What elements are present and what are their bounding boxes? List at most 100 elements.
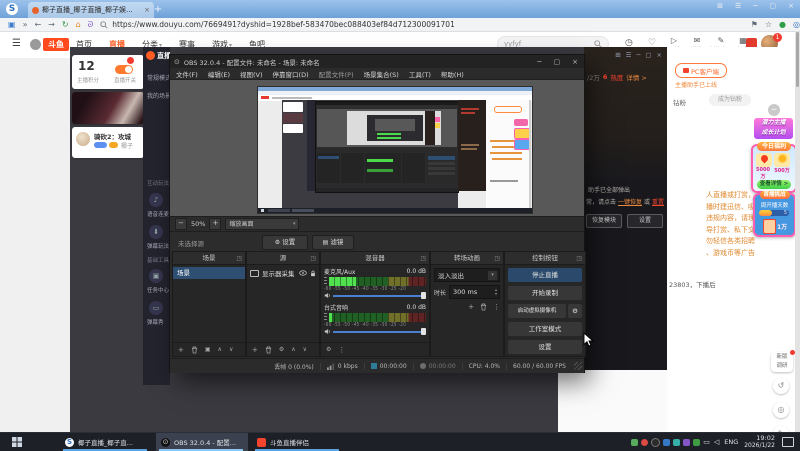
close-icon[interactable]: × — [788, 2, 794, 10]
taskbar-item-browser[interactable]: S 椰子直播_椰子直... — [60, 433, 152, 451]
browser-tab[interactable]: 椰子直播_椰子直播_椰子娱... × — [28, 2, 154, 18]
mixer-header[interactable]: 混音器◳ — [321, 252, 429, 265]
remove-scene-icon[interactable] — [191, 346, 198, 354]
tray-icon-dark[interactable] — [651, 438, 660, 447]
menu-scene-collection[interactable]: 场景集合(S) — [364, 69, 399, 79]
voice-link-icon[interactable]: ♪ — [149, 193, 163, 207]
menu-edit[interactable]: 编辑(E) — [208, 69, 230, 79]
remove-transition-icon[interactable] — [480, 303, 487, 311]
tray-volume-icon[interactable]: ◁ — [714, 438, 719, 446]
companion-menu-icon[interactable]: ☰ — [626, 51, 632, 59]
tray-icon-purple[interactable] — [683, 439, 690, 446]
move-down-icon[interactable]: ∨ — [229, 346, 233, 353]
taskbar-item-obs[interactable]: ⊙ OBS 32.0.4 - 配置... — [156, 433, 248, 451]
obs-minimize-icon[interactable]: ─ — [537, 58, 541, 66]
maximize-icon[interactable]: ▢ — [770, 2, 777, 10]
challenge-panel[interactable]: 首播挑战 周开播天数 5 1万 — [753, 193, 796, 237]
obs-maximize-icon[interactable]: ▢ — [554, 58, 561, 66]
controls-header[interactable]: 控制按钮◳ — [505, 252, 585, 265]
restore-link[interactable]: 一键恢复 — [618, 197, 642, 206]
zoom-in-button[interactable]: + — [209, 218, 221, 230]
potential-streamer-badge[interactable]: 潜力主播 成长计划 — [753, 117, 794, 140]
survey-button[interactable]: 新版 调研 — [771, 352, 793, 372]
daily-bonus-panel[interactable]: 今日福利 5000万 500万 查看详情 > — [751, 144, 797, 193]
taskbar-item-douyu-companion[interactable]: 斗鱼直播伴侣 — [252, 433, 344, 451]
scenes-header[interactable]: 场景◳ — [173, 252, 245, 265]
move-up-icon[interactable]: ∧ — [218, 346, 222, 353]
tray-icon-teal[interactable] — [673, 439, 680, 446]
menu-icon[interactable]: ☰ — [735, 2, 741, 10]
service-icon[interactable]: ◎ — [773, 402, 789, 418]
menu-tools[interactable]: 工具(T) — [409, 69, 431, 79]
companion-minimize-icon[interactable]: ─ — [636, 51, 640, 59]
popout-icon[interactable]: ◳ — [310, 253, 316, 265]
stream-info-card[interactable]: 骑砍2：攻城 椰子 — [72, 127, 144, 158]
become-fan-button[interactable]: 成为钻粉 — [709, 94, 751, 106]
tray-chat-icon[interactable]: ▭ — [703, 438, 710, 446]
danmu-play-label[interactable]: 弹幕玩法 — [147, 242, 169, 250]
flag-icon[interactable]: ⚑ — [751, 20, 758, 29]
bookmark-star-icon[interactable]: ☆ — [765, 20, 772, 29]
forward-icon[interactable]: → — [48, 20, 55, 29]
zoom-mode-dropdown[interactable]: 缩放画面 ▾ — [225, 218, 299, 230]
popout-icon[interactable]: ◳ — [420, 253, 426, 265]
obs-preview-area[interactable] — [170, 80, 584, 216]
home-icon[interactable]: ⌂ — [76, 20, 81, 29]
obs-settings-button[interactable]: 设置 — [508, 340, 582, 354]
popout-icon[interactable]: ◳ — [494, 253, 500, 265]
mixer-settings-icon[interactable]: ⚙ — [326, 346, 331, 353]
hamburger-icon[interactable]: ☰ — [12, 38, 21, 49]
new-tab-button[interactable]: + — [152, 4, 164, 16]
virtual-camera-button[interactable]: 启动虚拟摄像机 — [508, 304, 566, 318]
transition-select[interactable]: 淡入淡出 ▾ — [434, 268, 500, 282]
page-scrollbar[interactable] — [795, 32, 800, 432]
virtual-camera-settings-button[interactable]: ⚙ — [568, 304, 582, 318]
obs-titlebar[interactable]: ⊙ OBS 32.0.4 - 配置文件: 未命名 - 场景: 未命名 ─ ▢ × — [170, 55, 584, 68]
mixer-grip[interactable] — [324, 313, 327, 322]
move-down-icon[interactable]: ∨ — [303, 346, 307, 353]
desktop-volume-slider[interactable] — [333, 328, 426, 335]
add-scene-icon[interactable]: + — [178, 346, 184, 354]
speaker-icon[interactable] — [324, 328, 331, 335]
transition-more-icon[interactable]: ⋮ — [493, 303, 500, 311]
live-toggle[interactable] — [115, 65, 133, 74]
sources-header[interactable]: 源◳ — [247, 252, 319, 265]
speaker-icon[interactable] — [324, 292, 331, 299]
tray-icon-green2[interactable] — [693, 439, 700, 446]
reload-icon[interactable]: ↻ — [62, 20, 69, 29]
zoom-out-button[interactable]: − — [175, 218, 187, 230]
mic-volume-slider[interactable] — [333, 292, 426, 299]
tray-icon-blue[interactable] — [663, 439, 670, 446]
duplicate-scene-icon[interactable]: ▣ — [205, 346, 211, 353]
scene-item[interactable]: 场景 — [173, 267, 245, 279]
menu-file[interactable]: 文件(F) — [176, 69, 198, 79]
restore-module-button[interactable]: 恢复模块 — [586, 214, 622, 228]
mixer-more-icon[interactable]: ⋮ — [338, 346, 345, 354]
tray-language[interactable]: ENG — [724, 438, 738, 446]
popout-icon[interactable]: ◳ — [576, 253, 582, 265]
resize-grip[interactable] — [574, 362, 582, 370]
profile-icon[interactable]: ⊞ — [717, 2, 723, 10]
remove-source-icon[interactable] — [265, 346, 272, 354]
tray-clock[interactable]: 19:02 2026/1/22 — [744, 434, 775, 450]
tab-close-icon[interactable]: × — [144, 6, 150, 14]
companion-mode-scenes[interactable]: 我的场景 — [147, 91, 170, 100]
tray-icon-green[interactable] — [631, 439, 638, 446]
tray-icon-red[interactable] — [641, 439, 648, 446]
sidebar-toggle-icon[interactable]: ▣ — [8, 20, 16, 29]
menu-help[interactable]: 帮助(H) — [441, 69, 464, 79]
extension-blue-icon[interactable]: ◎ — [793, 20, 800, 29]
extensions-chevron-icon[interactable]: » — [23, 20, 28, 29]
add-source-icon[interactable]: + — [252, 346, 258, 354]
duration-input[interactable]: 300 ms ▴▾ — [449, 285, 500, 299]
popout-icon[interactable]: ◳ — [236, 253, 242, 265]
source-properties-button[interactable]: ⚙设置 — [262, 235, 308, 250]
back-icon[interactable]: ← — [34, 20, 41, 29]
menu-view[interactable]: 视图(V) — [240, 69, 263, 79]
task-center-icon[interactable]: ▣ — [149, 269, 163, 283]
move-up-icon[interactable]: ∧ — [291, 346, 295, 353]
transitions-header[interactable]: 转场动画◳ — [431, 252, 503, 265]
voice-link-label[interactable]: 语音连麦 — [147, 210, 169, 218]
pc-client-button[interactable]: PC客户端 — [675, 63, 727, 78]
source-properties-icon[interactable]: ⚙ — [279, 346, 284, 353]
